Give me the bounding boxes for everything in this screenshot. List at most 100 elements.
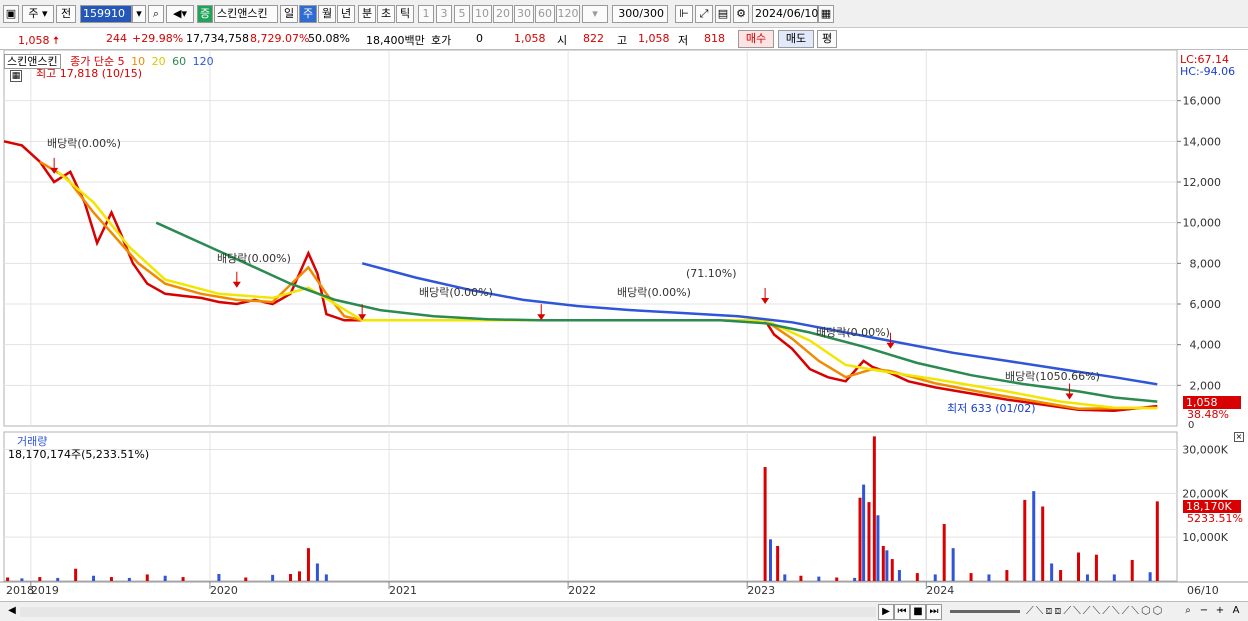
buy-button[interactable]: 매수 (738, 30, 774, 48)
volume-bar (942, 524, 946, 581)
interval-custom-select[interactable]: ▾ (582, 5, 608, 23)
magnifier-icon[interactable]: ⌕ (1180, 604, 1196, 620)
crosshair-icon[interactable]: ⤢ (695, 5, 713, 23)
ma-legend-10: 10 (131, 55, 146, 68)
quote-price: 1,058 (514, 32, 546, 45)
calendar-icon[interactable]: ▦ (818, 5, 834, 23)
code-dropdown-icon[interactable]: ▾ (132, 5, 146, 23)
series-name: 스킨앤스킨 (4, 54, 61, 69)
zoom-in-icon[interactable]: + (1212, 604, 1228, 620)
volume-bar (163, 575, 167, 581)
period-week[interactable]: 주 (299, 5, 317, 23)
high-price: 1,058 (638, 32, 670, 45)
horizontal-scrollbar[interactable] (20, 607, 876, 617)
volume-bar (315, 563, 319, 581)
open-label: 시 (557, 34, 568, 47)
volume-bar (289, 573, 293, 581)
volume-bar (324, 574, 328, 581)
interval-1[interactable]: 1 (418, 5, 434, 23)
x-tick-label: 2020 (210, 584, 238, 597)
volume-bar (951, 548, 955, 581)
volume-bar (763, 467, 767, 581)
volume-bar (217, 573, 221, 581)
chart-scroll-bar: ◀ ▶ ⏮ ■ ⏭ ⟋⟍⧈⧈⟋⟍⟋⟍⟋⟍⟋⟍⬡⬡ ⌕ − + A (0, 601, 1248, 621)
volume-bar (1023, 499, 1027, 581)
interval-5[interactable]: 5 (454, 5, 470, 23)
volume-bar (1077, 552, 1081, 581)
volume-bar (56, 577, 60, 581)
volume-bar (1041, 506, 1045, 581)
panel-close-icon[interactable]: × (1234, 432, 1244, 442)
scroll-left-icon[interactable]: ◀ (4, 604, 20, 620)
first-page-icon[interactable]: ⏮ (894, 604, 910, 620)
volume-bar (885, 550, 889, 581)
price-tick-label: 12,000 (1183, 176, 1222, 189)
interval-120[interactable]: 120 (556, 5, 580, 23)
volume-bar (1112, 574, 1116, 581)
interval-10[interactable]: 10 (472, 5, 492, 23)
volume-bar (915, 573, 919, 581)
drawing-tools[interactable]: ⟋⟍⧈⧈⟋⟍⟋⟍⟋⟍⟋⟍⬡⬡ (1026, 604, 1164, 618)
text-tool-icon[interactable]: A (1228, 604, 1244, 620)
volume-bar (1050, 563, 1054, 581)
volume-tick-label: 20,000K (1182, 487, 1228, 500)
avg-button[interactable]: 평 (817, 30, 837, 48)
volume-bar (969, 573, 973, 581)
volume-value: 17,734,758 (186, 32, 249, 45)
volume-bar (1130, 559, 1134, 581)
volume-bar (1059, 570, 1063, 581)
zoom-out-icon[interactable]: − (1196, 604, 1212, 620)
period-second[interactable]: 초 (377, 5, 395, 23)
save-icon[interactable]: ▤ (715, 5, 731, 23)
chart-type-icon[interactable]: ▣ (3, 5, 19, 23)
sound-icon[interactable]: ◀▾ (166, 5, 194, 23)
date-input[interactable]: 2024/06/10 (752, 5, 818, 23)
interval-60[interactable]: 60 (535, 5, 555, 23)
chart-legend: 스킨앤스킨 종가 단순 5 10 20 60 120 (4, 53, 214, 69)
period-day[interactable]: 일 (280, 5, 298, 23)
scroll-right-icon[interactable]: ▶ (878, 604, 894, 620)
price-volume-chart[interactable]: 최고 17,818 (10/15) 배당락(0.00%) 배당락(0.00%) … (0, 49, 1248, 601)
volume-bar (1032, 491, 1036, 581)
interval-30[interactable]: 30 (514, 5, 534, 23)
candle-icon[interactable]: ⊩ (675, 5, 693, 23)
volume-bar (306, 548, 310, 581)
volume-bar (38, 577, 42, 581)
volume-bar (853, 577, 857, 581)
interval-3[interactable]: 3 (436, 5, 452, 23)
volume-bar (897, 570, 901, 581)
volume-bar (987, 574, 991, 581)
sell-button[interactable]: 매도 (778, 30, 814, 48)
volume-bar (783, 574, 787, 581)
stock-code-input[interactable]: 159910 (80, 5, 132, 23)
x-tick-label: 2018 (6, 584, 34, 597)
current-pct-label: 38.48% (1187, 408, 1229, 421)
stop-icon[interactable]: ■ (910, 604, 926, 620)
high-label: 고 (617, 34, 628, 47)
gear-icon[interactable]: ⚙ (733, 5, 749, 23)
count-input[interactable]: 300/300 (612, 5, 668, 23)
volume-bar (74, 568, 78, 581)
period-minute[interactable]: 분 (358, 5, 376, 23)
volume-bar (297, 571, 301, 581)
interval-20[interactable]: 20 (493, 5, 513, 23)
period-year[interactable]: 년 (337, 5, 355, 23)
period-month[interactable]: 월 (318, 5, 336, 23)
prev-select[interactable]: 전 (56, 5, 76, 23)
dividend-label-1: 배당락(0.00%) (47, 137, 121, 150)
volume-bar (1085, 574, 1089, 581)
up-arrow-icon: 🠅 (53, 34, 60, 47)
calendar-small-icon[interactable]: ▦ (10, 70, 22, 82)
hc-label: HC:-94.06 (1180, 65, 1236, 78)
price-change-pct: +29.98% (132, 32, 184, 45)
volume-bar (817, 576, 821, 581)
zoom-slider[interactable] (950, 610, 1020, 613)
ma-legend-120: 120 (192, 55, 214, 68)
mode-select[interactable]: 주 ▾ (22, 5, 54, 23)
last-page-icon[interactable]: ⏭ (926, 604, 942, 620)
chart-area[interactable]: 최고 17,818 (10/15) 배당락(0.00%) 배당락(0.00%) … (0, 49, 1248, 621)
price-tick-label: 2,000 (1190, 379, 1222, 392)
period-tick[interactable]: 틱 (396, 5, 414, 23)
volume-summary: 18,170,174주(5,233.51%) (8, 448, 150, 461)
search-icon[interactable]: ⌕ (148, 5, 164, 23)
